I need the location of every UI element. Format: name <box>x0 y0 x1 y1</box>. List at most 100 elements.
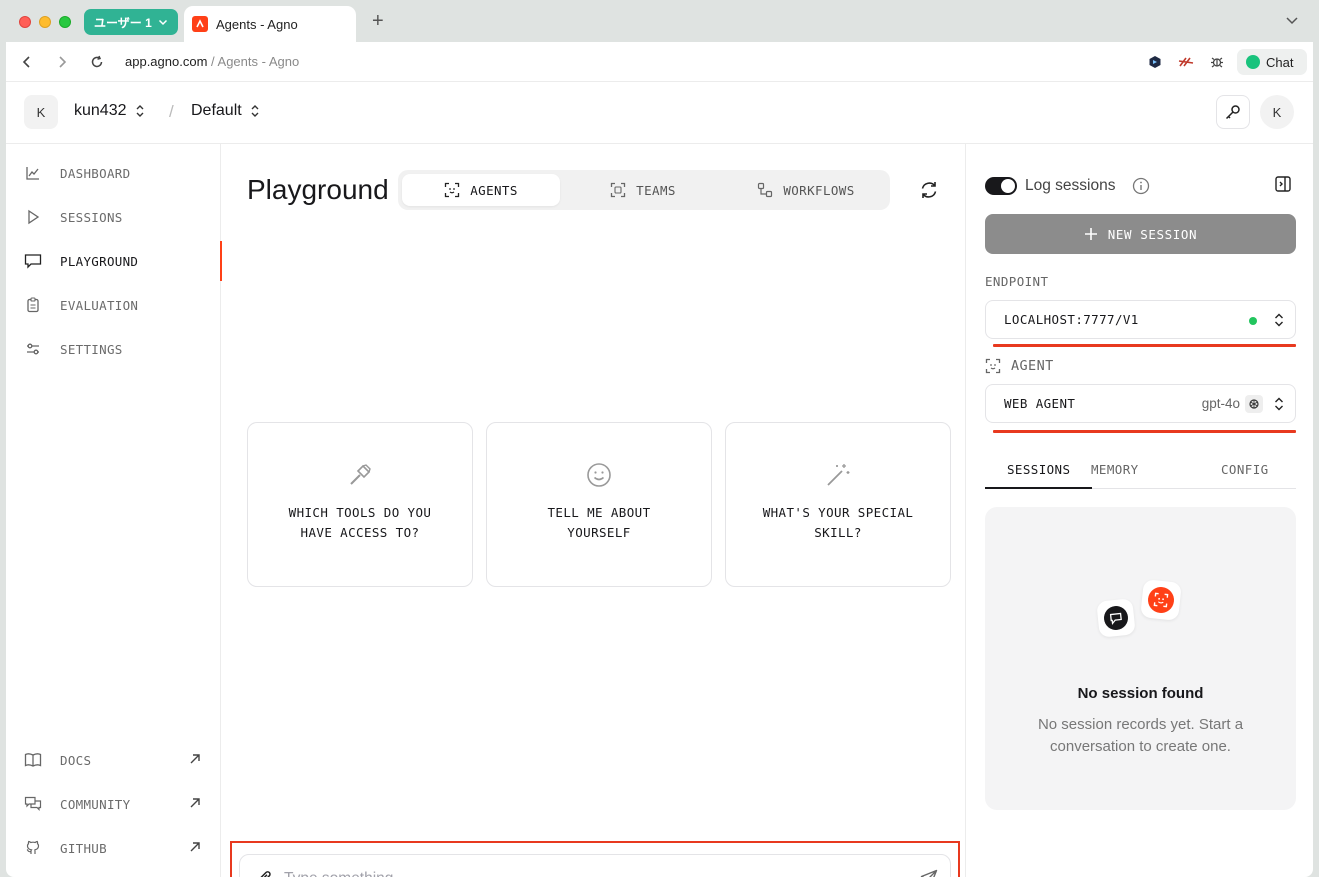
address-bar: app.agno.com / Agents - Agno Chat <box>6 42 1313 82</box>
openai-icon <box>1245 395 1263 413</box>
extension-strike-icon[interactable] <box>1177 53 1195 71</box>
endpoint-highlight <box>993 344 1296 347</box>
github-icon <box>24 839 42 857</box>
profile-button[interactable]: ユーザー 1 <box>84 9 178 35</box>
active-tab-indicator <box>985 487 1092 489</box>
suggestion-text: TELL ME ABOUT YOURSELF <box>547 505 651 540</box>
endpoint-value: LOCALHOST:7777/V1 <box>1004 312 1139 327</box>
org-avatar[interactable]: K <box>24 95 58 129</box>
agno-favicon-icon <box>192 16 208 32</box>
refresh-button[interactable] <box>918 179 940 201</box>
sidebar-item-community[interactable]: COMMUNITY <box>6 789 221 819</box>
sidebar-item-playground[interactable]: PLAYGROUND <box>6 241 222 281</box>
session-tabs: SESSIONS MEMORY CONFIG <box>985 452 1296 489</box>
browser-tab[interactable]: Agents - Agno <box>184 6 356 42</box>
chat-input[interactable] <box>284 867 904 877</box>
chevrons-up-down-icon <box>136 105 143 117</box>
endpoint-label: ENDPOINT <box>985 274 1049 289</box>
user-avatar[interactable]: K <box>1260 95 1294 129</box>
suggestion-card-tools[interactable]: WHICH TOOLS DO YOU HAVE ACCESS TO? <box>247 422 473 587</box>
back-button[interactable] <box>18 53 36 71</box>
chevrons-up-down-icon <box>1275 313 1283 327</box>
maximize-window-button[interactable] <box>59 16 71 28</box>
agent-label: AGENT <box>1011 358 1054 374</box>
new-tab-button[interactable]: + <box>372 10 384 33</box>
tab-label: WORKFLOWS <box>783 182 855 198</box>
sidebar-item-evaluation[interactable]: EVALUATION <box>6 290 221 320</box>
url-field[interactable]: app.agno.com / Agents - Agno <box>125 54 299 69</box>
tab-sessions[interactable]: SESSIONS <box>1007 462 1070 477</box>
reload-icon <box>91 55 103 68</box>
sidebar-item-label: DOCS <box>60 752 92 768</box>
agent-value: WEB AGENT <box>1004 396 1076 411</box>
tab-title: Agents - Agno <box>216 16 298 32</box>
org-switcher[interactable]: kun432 <box>74 102 145 120</box>
chart-line-icon <box>24 164 42 182</box>
log-sessions-label: Log sessions <box>1025 177 1116 194</box>
agent-highlight <box>993 430 1296 433</box>
tab-workflows[interactable]: WORKFLOWS <box>726 174 886 206</box>
arrow-right-icon <box>59 56 67 68</box>
sidebar-item-label: EVALUATION <box>60 297 139 313</box>
reload-button[interactable] <box>88 53 106 71</box>
app-header: K kun432 / Default K <box>6 82 1313 144</box>
extension-bug-icon[interactable] <box>1208 53 1226 71</box>
paperclip-icon[interactable] <box>256 870 274 877</box>
team-scan-icon <box>611 182 626 198</box>
close-window-button[interactable] <box>19 16 31 28</box>
key-icon <box>1225 105 1240 120</box>
url-host: app.agno.com <box>125 54 208 69</box>
suggestion-text: WHICH TOOLS DO YOU HAVE ACCESS TO? <box>288 505 432 540</box>
workspace-switcher[interactable]: Default <box>191 102 260 120</box>
sidebar-item-label: PLAYGROUND <box>60 253 139 269</box>
chevron-down-icon <box>1286 17 1298 25</box>
tab-teams[interactable]: TEAMS <box>564 174 722 206</box>
sidebar-item-settings[interactable]: SETTINGS <box>6 334 221 364</box>
suggestion-card-about[interactable]: TELL ME ABOUT YOURSELF <box>486 422 712 587</box>
chat-input-box <box>239 854 951 877</box>
minimize-window-button[interactable] <box>39 16 51 28</box>
sidebar-item-dashboard[interactable]: DASHBOARD <box>6 158 221 188</box>
agent-select[interactable]: WEB AGENT gpt-4o <box>985 384 1296 423</box>
endpoint-select[interactable]: LOCALHOST:7777/V1 <box>985 300 1296 339</box>
new-session-button[interactable]: NEW SESSION <box>985 214 1296 254</box>
log-sessions-toggle[interactable] <box>985 177 1017 195</box>
wand-sparkles-icon <box>824 461 852 489</box>
smile-icon <box>585 461 613 489</box>
agent-scan-icon <box>985 358 1001 374</box>
forward-button[interactable] <box>53 53 71 71</box>
external-link-icon <box>190 754 200 764</box>
extension-hex-icon[interactable] <box>1146 53 1164 71</box>
tab-config[interactable]: CONFIG <box>1221 462 1269 477</box>
url-path: / Agents - Agno <box>207 54 300 69</box>
chevrons-up-down-icon <box>251 105 259 117</box>
info-icon[interactable] <box>1132 177 1150 195</box>
profile-label: ユーザー 1 <box>94 15 152 30</box>
empty-title: No session found <box>1077 685 1204 702</box>
session-panel: Log sessions NEW SESSION ENDPOINT LOCALH… <box>965 144 1313 877</box>
clipboard-icon <box>24 296 42 314</box>
suggestion-text: WHAT'S YOUR SPECIAL SKILL? <box>762 505 914 540</box>
sidebar-item-label: DASHBOARD <box>60 165 131 181</box>
chevrons-up-down-icon <box>1275 397 1283 411</box>
suggestion-card-skill[interactable]: WHAT'S YOUR SPECIAL SKILL? <box>725 422 951 587</box>
sidebar-item-sessions[interactable]: SESSIONS <box>6 202 221 232</box>
play-icon <box>24 208 42 226</box>
chat-bubble-icon <box>1246 55 1260 69</box>
chat-extension-button[interactable]: Chat <box>1237 49 1307 75</box>
api-key-button[interactable] <box>1216 95 1250 129</box>
sidebar-item-docs[interactable]: DOCS <box>6 745 221 775</box>
book-icon <box>24 751 42 769</box>
tab-memory[interactable]: MEMORY <box>1091 462 1139 477</box>
chevron-down-icon <box>158 19 167 26</box>
panel-collapse-icon[interactable] <box>1274 175 1292 193</box>
arrow-left-icon <box>22 56 30 68</box>
chat-bubble-icon <box>1096 598 1136 638</box>
sidebar-item-label: SESSIONS <box>60 209 123 225</box>
agent-badge-icon <box>1140 579 1182 621</box>
tab-menu-button[interactable] <box>1285 13 1299 32</box>
playground-mode-tabs: AGENTS TEAMS WORKFLOWS <box>398 170 890 210</box>
send-icon[interactable] <box>920 869 938 877</box>
sidebar-item-github[interactable]: GITHUB <box>6 833 221 863</box>
tab-agents[interactable]: AGENTS <box>402 174 560 206</box>
